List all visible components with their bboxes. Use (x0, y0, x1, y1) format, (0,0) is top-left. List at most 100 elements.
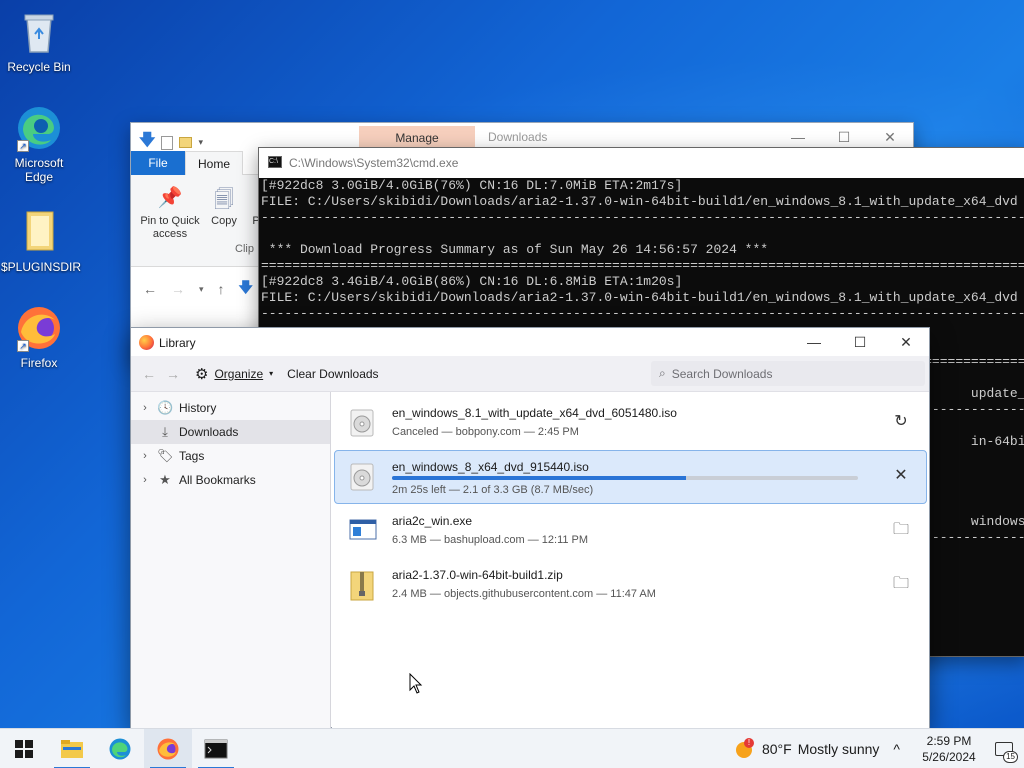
file-explorer-icon (61, 739, 83, 758)
quick-access-toolbar: 🡇 ▾ (139, 129, 203, 156)
weather-desc: Mostly sunny (797, 741, 880, 757)
pin-quick-access-button[interactable]: 📌 Pin to Quick access (137, 185, 203, 241)
search-placeholder: Search Downloads (671, 366, 773, 381)
explorer-title: Downloads (488, 130, 548, 144)
search-input[interactable]: ⌕ Search Downloads (651, 361, 925, 386)
weather-temp: 80°F (761, 741, 792, 757)
notification-count: 15 (1003, 751, 1018, 763)
download-filename: aria2-1.37.0-win-64bit-build1.zip (392, 568, 563, 582)
system-tray: ! 80°F Mostly sunny ^ 2:59 PM 5/26/2024 … (734, 729, 1024, 768)
cmd-titlebar[interactable]: C:\ C:\Windows\System32\cmd.exe (259, 148, 1024, 178)
back-arrow-icon[interactable]: ← (139, 366, 159, 382)
firefox-icon: ↗ (15, 304, 63, 352)
clock-time: 2:59 PM (926, 734, 972, 748)
cmd-title: C:\Windows\System32\cmd.exe (289, 156, 459, 170)
qat-dropdown-icon[interactable]: ▾ (198, 137, 203, 148)
chevron-down-icon: ▾ (269, 369, 274, 378)
download-progress-bar (392, 476, 858, 480)
mouse-cursor-icon (409, 673, 423, 694)
exe-file-icon (349, 517, 377, 545)
copy-button[interactable]: 🗐 Copy (207, 185, 241, 227)
cmd-icon: C:\ (268, 156, 282, 168)
clock-date: 5/26/2024 (922, 750, 976, 764)
clear-downloads-button[interactable]: Clear Downloads (287, 367, 378, 381)
recycle-bin-icon (15, 8, 63, 56)
up-arrow-icon[interactable]: ↑ (218, 281, 225, 297)
desktop-icon-pluginsdir[interactable]: $PLUGINSDIR (1, 208, 82, 274)
forward-arrow-icon[interactable]: → (171, 281, 185, 297)
chevron-right-icon[interactable]: › (139, 402, 151, 414)
download-progress-fill (392, 476, 686, 480)
weather-widget[interactable]: ! 80°F Mostly sunny (734, 738, 879, 760)
desktop-icon-label: $PLUGINSDIR (1, 260, 82, 274)
library-title: Library (159, 336, 196, 350)
download-item[interactable]: aria2c_win.exe 6.3 MB — bashupload.com —… (334, 504, 927, 558)
download-item-active[interactable]: en_windows_8_x64_dvd_915440.iso 2m 25s l… (334, 450, 927, 504)
clipboard-group-label: Clip (235, 243, 254, 255)
download-filename: aria2c_win.exe (392, 514, 473, 528)
copy-icon: 🗐 (214, 189, 234, 211)
copy-label: Copy (211, 215, 237, 227)
open-folder-icon[interactable]: 🗀 (890, 573, 912, 595)
download-item[interactable]: aria2-1.37.0-win-64bit-build1.zip 2.4 MB… (334, 558, 927, 612)
open-folder-icon[interactable]: 🗀 (890, 519, 912, 541)
library-window[interactable]: Library — ☐ ✕ ← → ⚙ Organize ▾ Clear Dow… (130, 327, 930, 729)
sidebar-item-all-bookmarks[interactable]: › ★ All Bookmarks (131, 468, 330, 492)
desktop-icon-firefox[interactable]: ↗ Firefox (1, 304, 77, 370)
star-icon: ★ (159, 472, 171, 487)
shortcut-arrow-icon: ↗ (17, 340, 29, 352)
minimize-button[interactable]: — (791, 328, 837, 356)
sidebar-item-history[interactable]: › 🕓 History (131, 396, 330, 420)
new-folder-icon[interactable] (179, 137, 193, 148)
desktop-icon-label: Microsoft Edge (14, 156, 64, 184)
notification-center-button[interactable]: 15 (984, 729, 1024, 768)
folder-icon (15, 208, 63, 256)
chevron-right-icon[interactable]: › (139, 474, 151, 486)
sidebar-item-downloads[interactable]: ⤓ Downloads (131, 420, 330, 444)
library-titlebar[interactable]: Library — ☐ ✕ (131, 328, 929, 356)
edge-icon: ↗ (15, 104, 63, 152)
library-sidebar: › 🕓 History ⤓ Downloads › 🏷 Tags › ★ All… (131, 392, 331, 729)
zip-folder-icon (349, 571, 375, 601)
taskbar-edge[interactable] (96, 729, 144, 768)
organize-label: Organize (214, 366, 264, 381)
download-arrow-icon[interactable]: 🡇 (139, 129, 155, 156)
download-status: 2m 25s left — 2.1 of 3.3 GB (8.7 MB/sec) (392, 484, 594, 496)
recent-dropdown-icon[interactable]: ▾ (199, 284, 204, 295)
download-filename: en_windows_8.1_with_update_x64_dvd_60514… (392, 406, 677, 420)
taskbar: ! 80°F Mostly sunny ^ 2:59 PM 5/26/2024 … (0, 728, 1024, 768)
taskbar-firefox[interactable] (144, 728, 192, 768)
disc-image-icon (349, 463, 375, 491)
download-item[interactable]: en_windows_8.1_with_update_x64_dvd_60514… (334, 396, 927, 450)
desktop-icon-edge[interactable]: ↗ Microsoft Edge (1, 104, 77, 184)
firefox-icon (139, 335, 154, 350)
chevron-right-icon[interactable]: › (139, 450, 151, 462)
back-arrow-icon[interactable]: ← (143, 281, 157, 297)
cancel-download-icon[interactable]: ✕ (890, 465, 912, 487)
desktop-icon-recycle-bin[interactable]: Recycle Bin (1, 8, 77, 74)
organize-button[interactable]: ⚙ Organize ▾ (195, 365, 273, 383)
retry-icon[interactable]: ↻ (890, 411, 912, 433)
maximize-button[interactable]: ☐ (837, 328, 883, 356)
start-button[interactable] (0, 729, 48, 768)
disc-image-icon (349, 409, 375, 437)
weather-sun-icon: ! (734, 738, 756, 760)
download-status: 6.3 MB — bashupload.com — 12:11 PM (392, 534, 589, 546)
library-toolbar: ← → ⚙ Organize ▾ Clear Downloads ⌕ Searc… (131, 356, 929, 392)
shortcut-arrow-icon: ↗ (17, 140, 29, 152)
edge-icon (109, 738, 131, 759)
taskbar-cmd[interactable] (192, 729, 240, 768)
clock[interactable]: 2:59 PM 5/26/2024 (914, 733, 984, 765)
windows-logo-icon (15, 739, 33, 758)
taskbar-file-explorer[interactable] (48, 729, 96, 768)
sidebar-item-tags[interactable]: › 🏷 Tags (131, 444, 330, 468)
show-hidden-icons-icon[interactable]: ^ (893, 741, 900, 757)
properties-icon[interactable] (161, 135, 174, 150)
desktop-icon-label: Firefox (20, 356, 58, 370)
pin-icon: 📌 (157, 187, 183, 209)
tag-icon: 🏷 (157, 448, 174, 463)
firefox-icon (157, 738, 179, 759)
forward-arrow-icon[interactable]: → (163, 366, 183, 382)
download-icon: ⤓ (162, 424, 168, 439)
close-button[interactable]: ✕ (883, 328, 929, 356)
